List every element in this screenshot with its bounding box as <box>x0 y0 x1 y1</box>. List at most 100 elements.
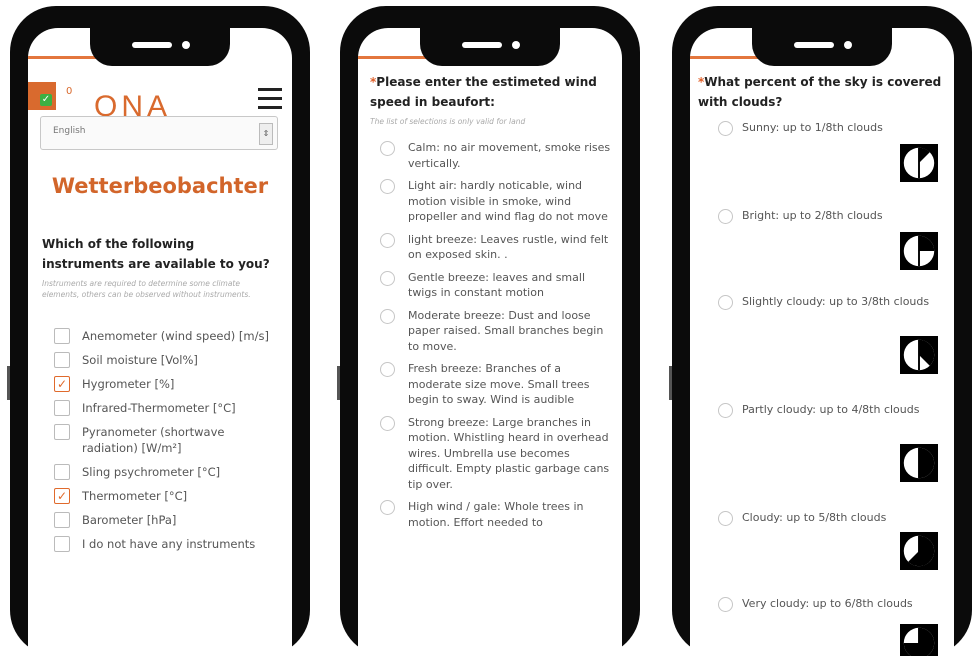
notch <box>90 28 230 66</box>
radio-button[interactable] <box>718 403 733 418</box>
cloud-option[interactable]: Partly cloudy: up to 4/8th clouds <box>718 402 944 418</box>
option-label: Slightly cloudy: up to 3/8th clouds <box>742 295 930 308</box>
side-button <box>669 366 672 400</box>
option-label: Gentle breeze: leaves and small twigs in… <box>408 270 585 300</box>
question-label: What percent of the sky is covered with … <box>698 75 942 109</box>
option-label: Very cloudy: up to 6/8th clouds <box>742 597 913 610</box>
radio-button[interactable] <box>380 232 395 248</box>
language-select[interactable]: English ⇕ <box>40 116 278 150</box>
instrument-checkbox-item[interactable]: I do not have any instruments <box>54 536 282 552</box>
instruments-question: Which of the following instruments are a… <box>42 234 278 300</box>
beaufort-option[interactable]: light breeze: Leaves rustle, wind felt o… <box>380 232 614 263</box>
phone-screen-2: *Please enter the estimeted wind speed i… <box>358 28 622 656</box>
side-button <box>337 366 340 400</box>
radio-button[interactable] <box>380 308 395 324</box>
checkbox[interactable] <box>54 376 70 392</box>
checkbox[interactable] <box>54 536 70 552</box>
cloud-cover-question: *What percent of the sky is covered with… <box>698 72 944 112</box>
phone-frame-1: ✓ 0 ONA English ⇕ Wetterbeobachter Which… <box>7 6 310 656</box>
form-title: Wetterbeobachter <box>51 174 269 198</box>
cloud-cover-okta-icon <box>900 624 938 656</box>
checkbox[interactable] <box>54 488 70 504</box>
checkbox-label: Thermometer [°C] <box>82 489 188 503</box>
notch <box>752 28 892 66</box>
select-arrow-icon: ⇕ <box>259 123 273 145</box>
cloud-option[interactable]: Slightly cloudy: up to 3/8th clouds <box>718 294 944 310</box>
checkbox-label: Infrared-Thermometer [°C] <box>82 401 236 415</box>
instrument-checkbox-item[interactable]: Anemometer (wind speed) [m/s] <box>54 328 282 344</box>
option-label: Light air: hardly noticable, wind motion… <box>408 179 608 223</box>
checkbox-label: Anemometer (wind speed) [m/s] <box>82 329 269 343</box>
option-label: Fresh breeze: Branches of a moderate siz… <box>408 362 590 406</box>
radio-button[interactable] <box>380 141 395 156</box>
option-label: light breeze: Leaves rustle, wind felt o… <box>408 232 609 262</box>
beaufort-option[interactable]: High wind / gale: Whole trees in motion.… <box>380 499 614 530</box>
checkbox-label: Soil moisture [Vol%] <box>82 353 198 367</box>
cloud-cover-okta-icon <box>900 336 938 374</box>
option-label: Sunny: up to 1/8th clouds <box>742 121 883 134</box>
instrument-checkbox-item[interactable]: Soil moisture [Vol%] <box>54 352 282 368</box>
radio-button[interactable] <box>718 597 733 612</box>
wind-speed-question: *Please enter the estimeted wind speed i… <box>370 72 610 127</box>
instrument-checkbox-item[interactable]: Pyranometer (shortwave radiation) [W/m²] <box>54 424 282 456</box>
phone-frame-3: *What percent of the sky is covered with… <box>669 6 972 656</box>
checkbox[interactable] <box>54 352 70 368</box>
badge-count: 0 <box>66 86 73 97</box>
instrument-checkbox-item[interactable]: Thermometer [°C] <box>54 488 282 504</box>
checkbox-label: I do not have any instruments <box>82 537 256 551</box>
hamburger-menu-icon[interactable] <box>258 88 282 115</box>
notch <box>420 28 560 66</box>
checkbox[interactable] <box>54 328 70 344</box>
radio-button[interactable] <box>380 362 395 377</box>
option-label: Partly cloudy: up to 4/8th clouds <box>742 403 920 416</box>
instrument-checkbox-item[interactable]: Infrared-Thermometer [°C] <box>54 400 282 416</box>
side-button <box>7 366 10 400</box>
app-badge-icon[interactable]: ✓ <box>28 82 56 110</box>
cloud-cover-okta-icon <box>900 232 938 270</box>
beaufort-radio-list: Calm: no air movement, smoke rises verti… <box>380 140 614 537</box>
instrument-checkbox-item[interactable]: Sling psychrometer [°C] <box>54 464 282 480</box>
radio-button[interactable] <box>718 511 733 526</box>
beaufort-option[interactable]: Gentle breeze: leaves and small twigs in… <box>380 270 614 301</box>
option-label: Bright: up to 2/8th clouds <box>742 209 883 222</box>
radio-button[interactable] <box>718 295 733 310</box>
beaufort-option[interactable]: Light air: hardly noticable, wind motion… <box>380 178 614 225</box>
checkbox-label: Sling psychrometer [°C] <box>82 465 221 479</box>
beaufort-option[interactable]: Fresh breeze: Branches of a moderate siz… <box>380 361 614 408</box>
question-label: Please enter the estimeted wind speed in… <box>370 75 597 109</box>
option-label: Moderate breeze: Dust and loose paper ra… <box>408 308 604 353</box>
question-label: Which of the following instruments are a… <box>42 237 270 271</box>
option-label: Strong breeze: Large branches in motion.… <box>408 415 610 491</box>
radio-button[interactable] <box>718 121 733 136</box>
checkbox[interactable] <box>54 512 70 528</box>
instrument-checkbox-item[interactable]: Barometer [hPa] <box>54 512 282 528</box>
phone-screen-3: *What percent of the sky is covered with… <box>690 28 954 656</box>
language-value: English <box>53 126 86 136</box>
cloud-option[interactable]: Cloudy: up to 5/8th clouds <box>718 510 944 526</box>
cloud-cover-okta-icon <box>900 444 938 482</box>
cloud-cover-okta-icon <box>900 532 938 570</box>
cloud-option[interactable]: Very cloudy: up to 6/8th clouds <box>718 596 944 612</box>
question-hint: Instruments are required to determine so… <box>42 279 251 299</box>
checkbox[interactable] <box>54 400 70 416</box>
phone-screen-1: ✓ 0 ONA English ⇕ Wetterbeobachter Which… <box>28 28 292 656</box>
radio-button[interactable] <box>380 270 395 286</box>
checkbox-label: Barometer [hPa] <box>82 513 177 527</box>
option-label: High wind / gale: Whole trees in motion.… <box>408 500 584 529</box>
beaufort-option[interactable]: Moderate breeze: Dust and loose paper ra… <box>380 308 614 355</box>
radio-button[interactable] <box>380 415 395 431</box>
checkbox-label: Hygrometer [%] <box>82 377 175 391</box>
checkbox[interactable] <box>54 424 70 440</box>
instrument-checkbox-item[interactable]: Hygrometer [%] <box>54 376 282 392</box>
radio-button[interactable] <box>380 179 395 194</box>
radio-button[interactable] <box>718 209 733 224</box>
radio-button[interactable] <box>380 500 395 515</box>
checkbox[interactable] <box>54 464 70 480</box>
beaufort-option[interactable]: Calm: no air movement, smoke rises verti… <box>380 140 614 171</box>
check-icon: ✓ <box>40 94 52 106</box>
checkbox-label: Pyranometer (shortwave radiation) [W/m²] <box>82 425 225 455</box>
option-label: Calm: no air movement, smoke rises verti… <box>408 141 611 170</box>
beaufort-option[interactable]: Strong breeze: Large branches in motion.… <box>380 415 614 493</box>
cloud-option[interactable]: Sunny: up to 1/8th clouds <box>718 120 944 136</box>
cloud-option[interactable]: Bright: up to 2/8th clouds <box>718 208 944 224</box>
